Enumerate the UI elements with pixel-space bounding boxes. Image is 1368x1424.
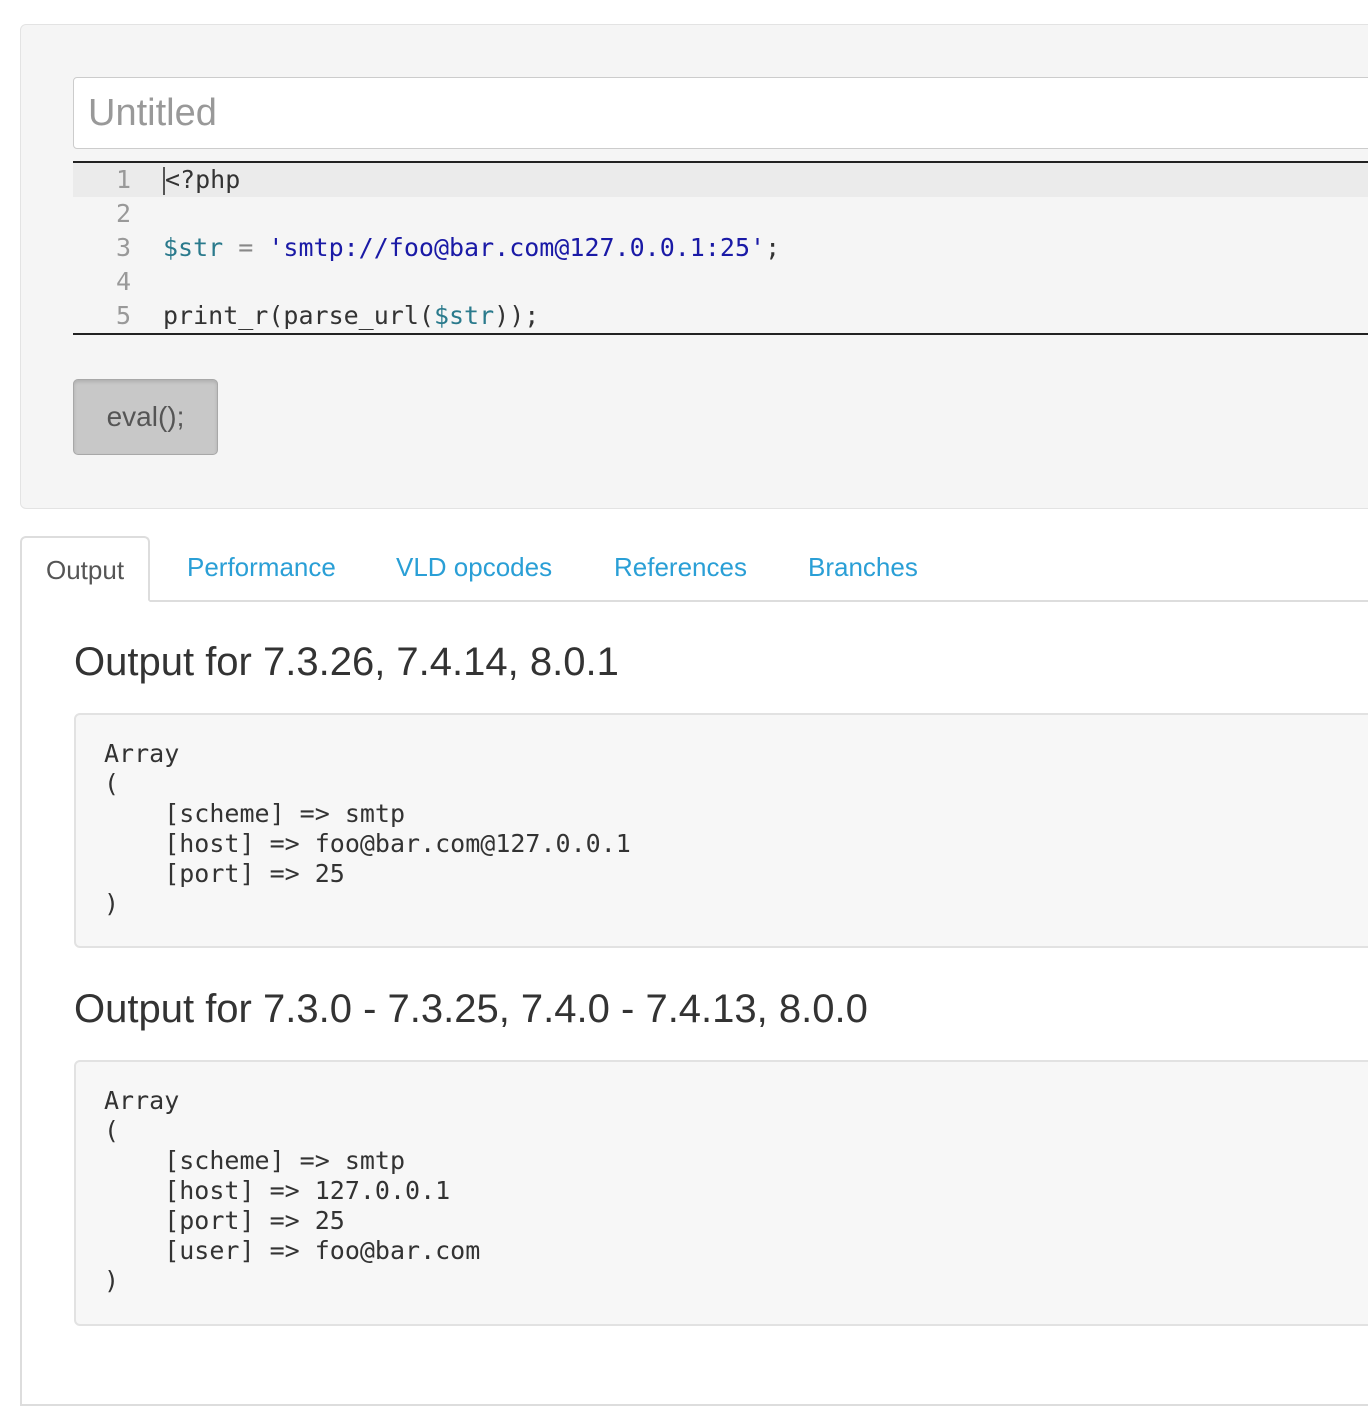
- code-line[interactable]: 2: [73, 197, 1368, 231]
- tab-references[interactable]: References: [614, 536, 747, 602]
- output-heading: Output for 7.3.0 - 7.3.25, 7.4.0 - 7.4.1…: [74, 987, 868, 1031]
- output-block: Array ( [scheme] => smtp [host] => foo@b…: [74, 713, 1368, 948]
- title-input[interactable]: [73, 77, 1368, 149]
- code-line[interactable]: 4: [73, 265, 1368, 299]
- line-number: 3: [115, 233, 131, 262]
- output-block: Array ( [scheme] => smtp [host] => 127.0…: [74, 1060, 1368, 1326]
- code-punct: ));: [494, 301, 540, 330]
- code-line[interactable]: 3 $str = 'smtp://foo@bar.com@127.0.0.1:2…: [73, 231, 1368, 265]
- code-variable: $str: [163, 233, 224, 262]
- editor-panel: 1 <?php 2 3 $str = 'smtp://foo@bar.com@1…: [20, 24, 1368, 509]
- code-function: print_r(parse_url(: [163, 301, 434, 330]
- line-number: 5: [115, 301, 131, 330]
- code-text[interactable]: <?php: [163, 163, 240, 197]
- output-heading: Output for 7.3.26, 7.4.14, 8.0.1: [74, 640, 619, 684]
- code-text[interactable]: print_r(parse_url($str));: [163, 299, 539, 333]
- result-tabs: Output Performance VLD opcodes Reference…: [20, 536, 1368, 602]
- line-number: 4: [115, 267, 131, 296]
- tab-vld-opcodes[interactable]: VLD opcodes: [396, 536, 552, 602]
- tab-branches[interactable]: Branches: [808, 536, 918, 602]
- code-editor[interactable]: 1 <?php 2 3 $str = 'smtp://foo@bar.com@1…: [73, 161, 1368, 335]
- code-string: 'smtp://foo@bar.com@127.0.0.1:25': [268, 233, 766, 262]
- code-variable: $str: [433, 301, 495, 330]
- code-punct: ;: [765, 233, 781, 262]
- line-number: 1: [115, 165, 131, 194]
- tab-output[interactable]: Output: [20, 536, 151, 602]
- php-open-tag: <?php: [165, 165, 241, 194]
- code-line[interactable]: 1 <?php: [73, 163, 1368, 197]
- tab-performance[interactable]: Performance: [187, 536, 336, 602]
- eval-button[interactable]: eval();: [73, 379, 218, 455]
- code-operator: =: [223, 233, 269, 262]
- code-text[interactable]: $str = 'smtp://foo@bar.com@127.0.0.1:25'…: [163, 231, 780, 265]
- code-line[interactable]: 5 print_r(parse_url($str));: [73, 299, 1368, 333]
- line-number: 2: [115, 199, 131, 228]
